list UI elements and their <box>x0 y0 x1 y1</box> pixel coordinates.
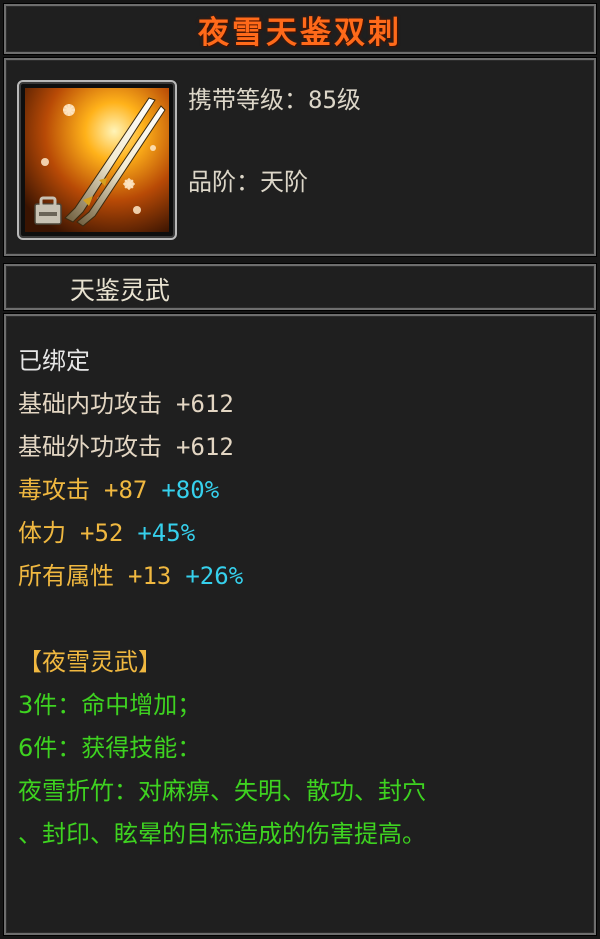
carry-level-value: 85级 <box>308 86 361 114</box>
stat-percent: +80% <box>161 476 220 504</box>
stat-value: +52 <box>80 519 124 547</box>
item-info-panel: 携带等级：85级 品阶：天阶 <box>4 58 596 256</box>
stat-label: 所有属性 <box>18 562 114 590</box>
item-category: 天鉴灵武 <box>70 276 171 305</box>
item-grade-label: 品阶： <box>188 168 260 196</box>
carry-level: 携带等级：85级 <box>188 80 361 115</box>
stat-label: 体力 <box>18 519 66 547</box>
stat-percent: +45% <box>137 519 196 547</box>
stat-row: 基础外功攻击 +612 <box>18 426 426 469</box>
category-bar: 天鉴灵武 <box>4 264 596 310</box>
set-bonus-3: 3件：命中增加； <box>18 691 202 719</box>
set-skill-line: 、封印、眩晕的目标造成的伤害提高。 <box>18 820 426 848</box>
item-icon-slot[interactable] <box>17 80 177 240</box>
stat-value: +87 <box>104 476 148 504</box>
stat-label: 基础外功攻击 <box>18 433 162 461</box>
set-bonus-6: 6件：获得技能： <box>18 734 202 762</box>
set-title: 【夜雪灵武】 <box>18 648 162 676</box>
twin-spears-icon <box>25 88 169 232</box>
stat-row: 基础内功攻击 +612 <box>18 383 426 426</box>
bound-status: 已绑定 <box>18 347 90 375</box>
set-skill-line: 夜雪折竹：对麻痹、失明、散功、封穴 <box>18 777 426 805</box>
stat-label: 基础内功攻击 <box>18 390 162 418</box>
stat-value: +13 <box>128 562 172 590</box>
stat-label: 毒攻击 <box>18 476 90 504</box>
item-tooltip: 夜雪天鉴双刺 携带等级：85级 品阶：天阶 天鉴灵武 已绑定 基础内功攻击 +6… <box>0 0 600 939</box>
bonus-stat-row: 体力 +52 +45% <box>18 512 426 555</box>
stat-value: +612 <box>176 390 234 418</box>
item-name: 夜雪天鉴双刺 <box>198 14 402 51</box>
title-bar: 夜雪天鉴双刺 <box>4 4 596 54</box>
stat-value: +612 <box>176 433 234 461</box>
item-grade-value: 天阶 <box>260 168 308 196</box>
bonus-stat-row: 毒攻击 +87 +80% <box>18 469 426 512</box>
stats-panel: 已绑定 基础内功攻击 +612 基础外功攻击 +612 毒攻击 +87 +80% 体力 +… <box>4 314 596 935</box>
bonus-stat-row: 所有属性 +13 +26% <box>18 555 426 598</box>
carry-level-label: 携带等级： <box>188 86 308 114</box>
item-grade: 品阶：天阶 <box>188 162 308 197</box>
stat-percent: +26% <box>185 562 244 590</box>
